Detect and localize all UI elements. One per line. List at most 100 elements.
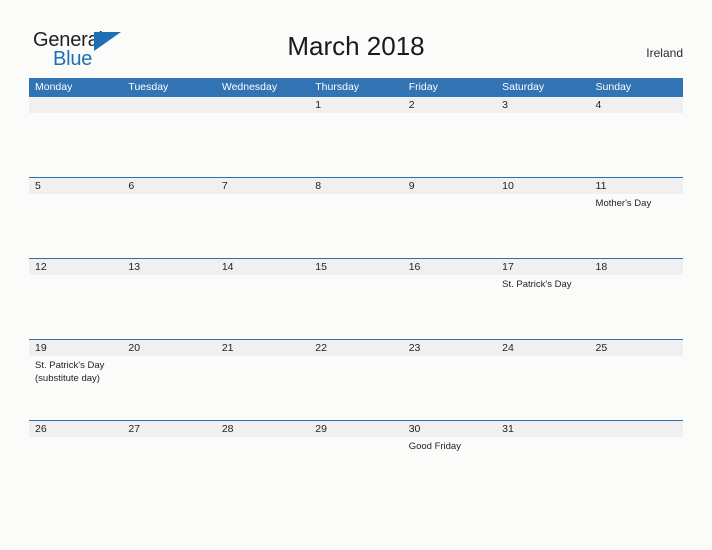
calendar-day-cell[interactable]: 30 Good Friday	[402, 421, 497, 501]
calendar-day-cell[interactable]: 8	[309, 178, 403, 258]
day-number: 21	[215, 340, 310, 356]
day-events	[29, 275, 122, 278]
day-events	[496, 437, 589, 440]
calendar-day-cell[interactable]: 21	[215, 340, 310, 420]
calendar-week-cells: 5 6 7 8 9 10 11 Mother's Day	[29, 178, 683, 258]
day-events	[496, 194, 589, 197]
calendar-week-cells: 26 27 28 29 30 Good Friday 31	[29, 421, 683, 501]
day-number: 19	[29, 340, 123, 356]
calendar-day-cell[interactable]: 9	[402, 178, 497, 258]
day-number: 15	[309, 259, 403, 275]
day-events	[403, 275, 496, 278]
day-events	[216, 356, 309, 359]
day-event-label: Good Friday	[408, 441, 461, 452]
weekday-header-row: Monday Tuesday Wednesday Thursday Friday…	[29, 78, 683, 97]
day-number: 29	[309, 421, 403, 437]
calendar-day-cell[interactable]: 14	[215, 259, 310, 339]
day-number: 2	[402, 97, 497, 113]
day-events	[590, 275, 683, 278]
day-number	[215, 97, 310, 113]
calendar-day-cell[interactable]: 16	[402, 259, 497, 339]
calendar-day-cell[interactable]: 7	[215, 178, 310, 258]
calendar-day-cell[interactable]: 11 Mother's Day	[589, 178, 683, 258]
calendar-day-cell[interactable]: 4	[589, 97, 683, 177]
day-number: 10	[496, 178, 590, 194]
calendar-day-cell[interactable]: 2	[402, 97, 497, 177]
day-events	[309, 194, 402, 197]
calendar-week-row: 19 St. Patrick's Day (substitute day) 20 21 2…	[29, 339, 683, 420]
day-number: 11	[589, 178, 683, 194]
day-events	[122, 356, 215, 359]
day-number: 6	[122, 178, 216, 194]
day-events	[122, 437, 215, 440]
calendar-day-cell[interactable]: 6	[122, 178, 216, 258]
day-number: 3	[496, 97, 590, 113]
weekday-saturday: Saturday	[502, 81, 545, 93]
day-number: 16	[402, 259, 497, 275]
calendar-day-cell[interactable]: 24	[496, 340, 590, 420]
day-events: St. Patrick's Day	[496, 275, 589, 291]
day-events	[403, 113, 496, 116]
calendar-week-row: 26 27 28 29 30 Good Friday 31	[29, 420, 683, 501]
calendar-week-row: 12 13 14 15 16 17 St. Patrick's Day 18	[29, 258, 683, 339]
calendar-day-cell[interactable]: 10	[496, 178, 590, 258]
day-event-label: St. Patrick's Day	[35, 360, 105, 371]
calendar-day-cell[interactable]: 19 St. Patrick's Day (substitute day)	[29, 340, 123, 420]
day-events	[590, 437, 683, 440]
calendar-day-cell-empty	[215, 97, 310, 177]
calendar-day-cell[interactable]: 26	[29, 421, 123, 501]
day-number: 17	[496, 259, 590, 275]
country-label: Ireland	[646, 46, 683, 60]
day-events	[122, 275, 215, 278]
calendar-day-cell[interactable]: 1	[309, 97, 403, 177]
calendar-day-cell[interactable]: 25	[589, 340, 683, 420]
calendar-day-cell[interactable]: 23	[402, 340, 497, 420]
calendar-page: General Blue March 2018 Ireland Monday T…	[0, 0, 712, 550]
day-events: St. Patrick's Day (substitute day)	[29, 356, 122, 385]
day-number: 22	[309, 340, 403, 356]
weekday-monday: Monday	[35, 81, 73, 93]
day-number: 1	[309, 97, 403, 113]
day-number: 5	[29, 178, 123, 194]
calendar-day-cell[interactable]: 27	[122, 421, 216, 501]
calendar-day-cell[interactable]: 29	[309, 421, 403, 501]
calendar-day-cell[interactable]: 18	[589, 259, 683, 339]
day-events	[29, 194, 122, 197]
day-event-label: (substitute day)	[35, 373, 100, 384]
page-title: March 2018	[287, 31, 425, 61]
day-events	[309, 437, 402, 440]
day-events: Mother's Day	[590, 194, 683, 210]
day-number: 20	[122, 340, 216, 356]
day-events	[29, 113, 122, 116]
day-number	[29, 97, 123, 113]
calendar-week-cells: 19 St. Patrick's Day (substitute day) 20 21 2…	[29, 340, 683, 420]
calendar-day-cell[interactable]: 13	[122, 259, 216, 339]
calendar-day-cell[interactable]: 17 St. Patrick's Day	[496, 259, 590, 339]
day-number: 8	[309, 178, 403, 194]
calendar-day-cell[interactable]: 28	[215, 421, 310, 501]
calendar-day-cell[interactable]: 15	[309, 259, 403, 339]
calendar-day-cell-empty	[29, 97, 123, 177]
day-event-label: Mother's Day	[595, 198, 652, 209]
weekday-thursday: Thursday	[315, 81, 360, 93]
day-number: 26	[29, 421, 123, 437]
calendar-day-cell[interactable]: 12	[29, 259, 123, 339]
calendar-day-cell[interactable]: 3	[496, 97, 590, 177]
day-number: 7	[215, 178, 310, 194]
day-number: 4	[589, 97, 683, 113]
calendar-day-cell[interactable]: 22	[309, 340, 403, 420]
calendar-day-cell[interactable]: 20	[122, 340, 216, 420]
calendar-day-cell-empty	[589, 421, 683, 501]
day-number: 30	[402, 421, 497, 437]
weekday-wednesday: Wednesday	[221, 81, 278, 93]
day-number: 9	[402, 178, 497, 194]
calendar-day-cell[interactable]: 5	[29, 178, 123, 258]
day-events: Good Friday	[403, 437, 496, 453]
weekday-tuesday: Tuesday	[128, 81, 169, 93]
day-events	[403, 356, 496, 359]
day-number: 12	[29, 259, 123, 275]
day-number: 25	[589, 340, 683, 356]
day-number: 23	[402, 340, 497, 356]
calendar-day-cell[interactable]: 31	[496, 421, 590, 501]
calendar-day-cell-empty	[122, 97, 216, 177]
